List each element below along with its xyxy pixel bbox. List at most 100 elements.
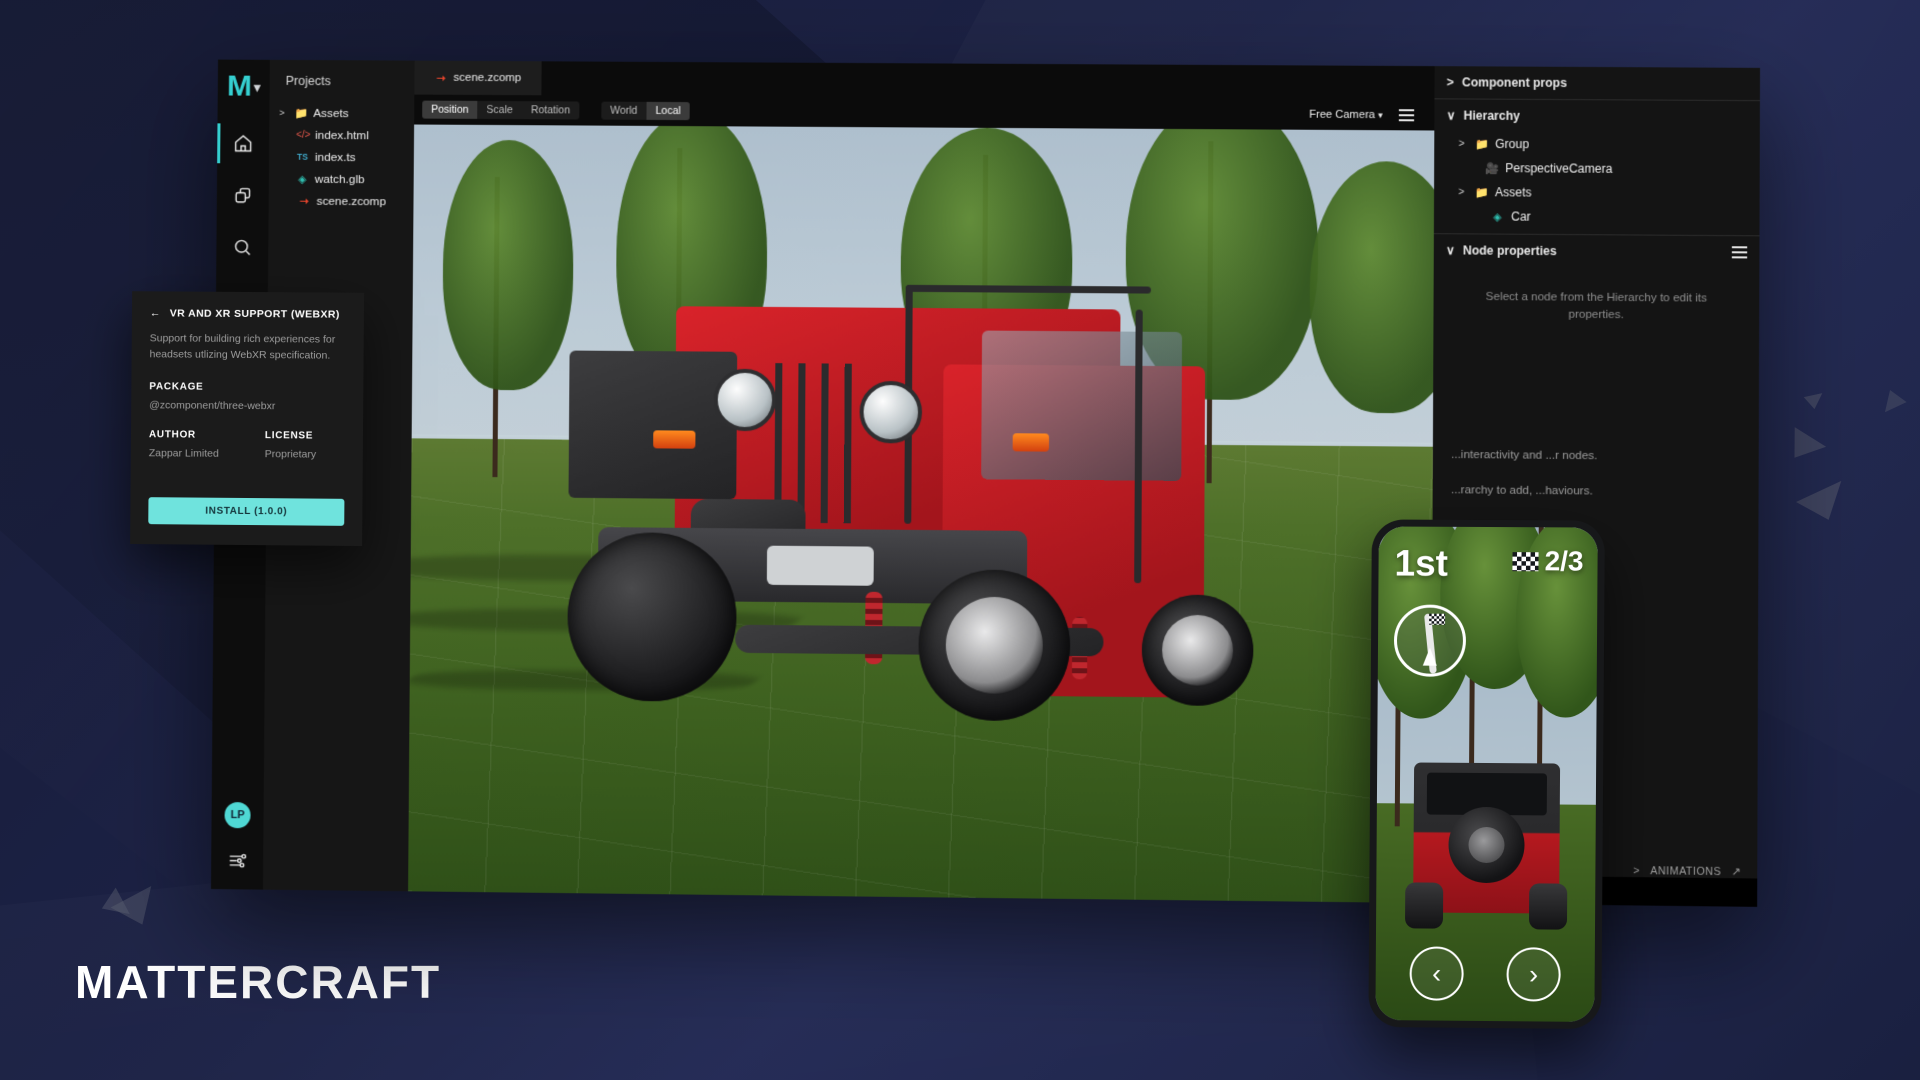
tab-label: scene.zcomp — [453, 71, 522, 85]
tree-item-label: scene.zcomp — [316, 193, 387, 209]
node-label: Car — [1511, 209, 1531, 224]
chevron-right-icon[interactable]: > — [279, 108, 288, 118]
space-mode-local[interactable]: Local — [646, 101, 690, 121]
tree-item-label: index.html — [315, 127, 369, 143]
preview-car — [1404, 762, 1567, 930]
section-label: Node properties — [1462, 243, 1557, 259]
html-icon: </> — [296, 129, 311, 141]
section-hierarchy: ∨ Hierarchy > 📁 Group 🎥 PerspectiveCamer… — [1433, 99, 1760, 237]
folder-icon: 📁 — [1474, 186, 1489, 199]
node-properties-menu-button[interactable] — [1731, 246, 1748, 259]
license-label: LICENSE — [264, 429, 314, 442]
node-properties-empty-text: Select a node from the Hierarchy to edit… — [1485, 290, 1707, 322]
editor-area: ➝ scene.zcomp Position Scale Rotation Wo… — [408, 60, 1435, 904]
mesh-icon: ◈ — [1493, 210, 1502, 224]
tab-scene-zcomp[interactable]: ➝ scene.zcomp — [414, 60, 542, 96]
preview-prev-button[interactable]: ‹ — [1409, 946, 1464, 1001]
tree-item-watch-glb[interactable]: ◈ watch.glb — [269, 168, 414, 191]
projects-title: Projects — [285, 73, 331, 89]
chevron-down-icon[interactable]: ∨ — [1447, 108, 1456, 122]
space-mode-world[interactable]: World — [601, 102, 646, 120]
tree-item-label: index.ts — [314, 149, 356, 165]
camera-icon: 🎥 — [1484, 162, 1499, 175]
package-value: @zcomponent/three-webxr — [149, 398, 276, 412]
camera-label: Free Camera — [1309, 108, 1375, 122]
package-title: VR AND XR SUPPORT (WEBXR) — [169, 307, 340, 321]
section-label: Hierarchy — [1463, 108, 1520, 123]
arrow-left-icon[interactable]: ← — [150, 307, 161, 319]
transform-mode-scale[interactable]: Scale — [478, 101, 522, 119]
avatar[interactable]: LP — [224, 802, 251, 829]
hud-lap-counter: 2/3 — [1512, 545, 1584, 577]
zcomp-icon: ➝ — [299, 195, 309, 208]
panel-tip-line-1: ...interactivity and ...r nodes. — [1451, 448, 1598, 462]
phone-preview: 1st 2/3 ‹ › — [1368, 519, 1605, 1030]
zcomp-icon: ➝ — [436, 72, 446, 85]
folder-icon: 📁 — [294, 107, 309, 120]
camera-selector[interactable]: Free Camera ▾ — [1309, 109, 1382, 121]
chevron-right-icon[interactable]: > — [1458, 187, 1467, 198]
license-value: Proprietary — [264, 447, 317, 461]
animations-label: ANIMATIONS — [1650, 865, 1722, 879]
package-detail-panel: ← VR AND XR SUPPORT (WEBXR) Support for … — [130, 291, 365, 546]
sidebar-item-search[interactable] — [216, 221, 268, 273]
section-node-properties: ∨ Node properties Select a node from the… — [1433, 234, 1759, 348]
hierarchy-header[interactable]: ∨ Hierarchy — [1434, 99, 1760, 133]
chevron-right-icon[interactable]: > — [1633, 865, 1640, 877]
chevron-left-icon: ‹ — [1432, 958, 1442, 989]
package-description: Support for building rich experiences fo… — [149, 332, 336, 362]
sidebar-item-home[interactable] — [217, 117, 269, 169]
search-icon — [235, 240, 251, 256]
tree-item-scene-zcomp[interactable]: ➝ scene.zcomp — [269, 190, 414, 213]
sliders-icon[interactable] — [227, 850, 248, 871]
chevron-down-icon[interactable]: ∨ — [1446, 243, 1455, 257]
3d-viewport[interactable] — [408, 124, 1435, 904]
tree-item-index-ts[interactable]: TS index.ts — [269, 146, 414, 169]
external-link-icon[interactable]: ↗ — [1731, 866, 1741, 878]
logo-letter: M — [226, 69, 253, 103]
hierarchy-node-assets[interactable]: > 📁 Assets — [1434, 180, 1760, 206]
tab-bar: ➝ scene.zcomp — [414, 60, 1435, 101]
viewport-menu-button[interactable] — [1398, 109, 1415, 122]
section-label: Component props — [1461, 75, 1567, 90]
chevron-right-icon[interactable]: > — [1459, 138, 1468, 149]
car-model[interactable] — [520, 271, 1290, 848]
node-label: PerspectiveCamera — [1505, 161, 1613, 176]
hierarchy-node-perspectivecamera[interactable]: 🎥 PerspectiveCamera — [1434, 156, 1760, 182]
install-button[interactable]: INSTALL (1.0.0) — [148, 496, 345, 526]
tree-item-index-html[interactable]: </> index.html — [269, 124, 414, 147]
transform-mode-position[interactable]: Position — [422, 100, 478, 119]
node-properties-header[interactable]: ∨ Node properties — [1434, 234, 1760, 268]
glb-icon: ◈ — [298, 173, 307, 186]
mattercraft-wordmark: MATTERCRAFT — [75, 956, 442, 1008]
app-logo[interactable]: M ▾ — [226, 69, 261, 103]
phone-screen[interactable]: 1st 2/3 ‹ › — [1375, 526, 1598, 1022]
hierarchy-node-group[interactable]: > 📁 Group — [1434, 132, 1760, 158]
chevron-right-icon: › — [1529, 958, 1539, 989]
node-label: Assets — [1494, 185, 1532, 200]
author-label: AUTHOR — [148, 428, 196, 441]
layers-icon — [235, 188, 251, 204]
section-component-props[interactable]: > Component props — [1434, 66, 1761, 102]
hierarchy-node-car[interactable]: ◈ Car — [1434, 204, 1760, 235]
tree-item-assets[interactable]: > 📁 Assets — [269, 102, 414, 125]
transform-mode-group: Position Scale Rotation — [422, 100, 580, 120]
folder-icon: 📁 — [1474, 138, 1489, 151]
node-label: Group — [1495, 136, 1530, 152]
preview-next-button[interactable]: › — [1506, 947, 1561, 1002]
chevron-down-icon[interactable]: ▾ — [254, 79, 261, 94]
hud-position: 1st — [1394, 542, 1449, 584]
package-label: PACKAGE — [149, 380, 204, 393]
home-icon — [235, 135, 252, 152]
panel-tip-line-2: ...rarchy to add, ...haviours. — [1450, 484, 1593, 498]
tree-item-label: Assets — [313, 105, 349, 121]
minimap-icon — [1393, 604, 1467, 677]
checkered-flag-icon — [1512, 551, 1539, 571]
sidebar-item-components[interactable] — [217, 169, 269, 221]
tree-item-label: watch.glb — [314, 171, 365, 187]
lap-value: 2/3 — [1544, 545, 1584, 577]
chevron-down-icon[interactable]: ▾ — [1378, 110, 1383, 120]
author-value: Zappar Limited — [148, 446, 219, 460]
transform-mode-rotation[interactable]: Rotation — [522, 101, 579, 119]
chevron-right-icon[interactable]: > — [1447, 75, 1454, 89]
